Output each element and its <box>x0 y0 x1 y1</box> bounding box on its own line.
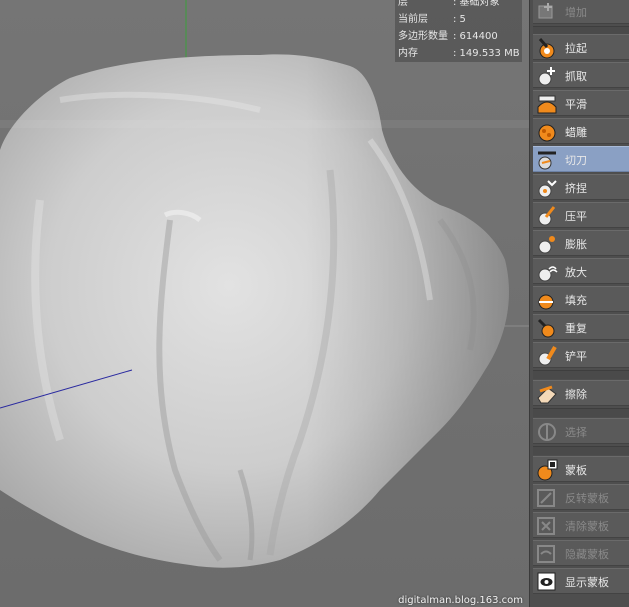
tool-flatten[interactable]: 压平 <box>533 202 629 228</box>
tool-label: 铲平 <box>565 350 587 363</box>
tool-select[interactable]: 选择 <box>533 418 629 444</box>
tool-grab[interactable]: 抓取 <box>533 62 629 88</box>
hud-row-layer: 层 : 基础对象 <box>395 0 522 11</box>
hud-value: : 基础对象 <box>453 0 500 8</box>
tool-label: 清除蒙板 <box>565 520 609 533</box>
show-mask-icon <box>537 572 556 591</box>
flatten-icon <box>538 206 556 226</box>
tool-label: 蜡雕 <box>565 126 587 139</box>
invert-mask-icon <box>537 489 555 507</box>
add-layer-icon <box>538 3 553 19</box>
pinch-icon <box>538 180 557 198</box>
add-layer-label: 增加 <box>565 6 587 19</box>
tool-amplify[interactable]: 放大 <box>533 258 629 284</box>
hide-mask-icon <box>537 545 555 563</box>
tool-label: 反转蒙板 <box>565 492 609 505</box>
tool-pull[interactable]: 拉起 <box>533 34 629 60</box>
knife-icon <box>538 151 556 170</box>
eraser-icon <box>537 385 557 404</box>
hud-key: 层 <box>398 0 408 8</box>
tool-label: 重复 <box>565 322 587 335</box>
tool-inflate[interactable]: 膨胀 <box>533 230 629 256</box>
tool-scrape[interactable]: 铲平 <box>533 342 629 368</box>
tool-smooth[interactable]: 平滑 <box>533 90 629 116</box>
mask-icon <box>537 459 558 481</box>
tool-label: 膨胀 <box>565 238 587 251</box>
hud-value: : 5 <box>453 14 466 25</box>
sculpt-tool-panel: 增加 拉起 抓取 平滑 蜡雕 切刀 挤捏 压平 膨胀 放大 填充 重复 铲平 擦… <box>529 0 629 607</box>
tool-label: 显示蒙板 <box>565 576 609 589</box>
tool-label: 放大 <box>565 266 587 279</box>
tool-label: 挤捏 <box>565 182 587 195</box>
tool-pinch[interactable]: 挤捏 <box>533 174 629 200</box>
app-root: { "hud": { "rows": [ {"key": "层", "value… <box>0 0 629 607</box>
tool-erase[interactable]: 擦除 <box>533 380 629 406</box>
tool-clear-mask[interactable]: 清除蒙板 <box>533 512 629 538</box>
viewport-3d[interactable]: 层 : 基础对象 当前层 : 5 多边形数量 : 614400 内存 : 149… <box>0 0 529 607</box>
wax-icon <box>538 124 556 142</box>
hud-key: 当前层 <box>398 14 428 25</box>
hud-value: : 614400 <box>453 31 498 42</box>
hud-row-polygon-count: 多边形数量 : 614400 <box>395 28 522 45</box>
tool-fill[interactable]: 填充 <box>533 286 629 312</box>
amplify-icon <box>538 266 558 282</box>
tool-mask[interactable]: 蒙板 <box>533 456 629 482</box>
tool-repeat[interactable]: 重复 <box>533 314 629 340</box>
hud-value: : 149.533 MB <box>453 48 520 59</box>
pull-icon <box>538 38 555 59</box>
stats-overlay: 层 : 基础对象 当前层 : 5 多边形数量 : 614400 内存 : 149… <box>395 0 522 62</box>
tool-label: 蒙板 <box>565 464 587 477</box>
tool-label: 擦除 <box>565 388 587 401</box>
tool-knife[interactable]: 切刀 <box>533 146 629 172</box>
tool-label: 切刀 <box>565 154 587 167</box>
tool-hide-mask[interactable]: 隐藏蒙板 <box>533 540 629 566</box>
tool-label: 压平 <box>565 210 587 223</box>
tool-label: 选择 <box>565 426 587 439</box>
hud-row-current-layer: 当前层 : 5 <box>395 11 522 28</box>
scrape-icon <box>538 345 557 366</box>
hud-row-memory: 内存 : 149.533 MB <box>395 45 522 62</box>
inflate-icon <box>538 236 555 254</box>
hud-key: 多边形数量 <box>398 31 448 42</box>
tool-label: 抓取 <box>565 70 587 83</box>
hud-key: 内存 <box>398 48 418 59</box>
watermark: digitalman.blog.163.com <box>398 595 523 606</box>
tool-label: 填充 <box>565 294 587 307</box>
sculpt-mesh[interactable] <box>0 0 529 607</box>
tool-wax[interactable]: 蜡雕 <box>533 118 629 144</box>
tool-invert-mask[interactable]: 反转蒙板 <box>533 484 629 510</box>
smooth-icon <box>537 95 557 114</box>
repeat-icon <box>537 318 555 338</box>
tool-label: 拉起 <box>565 42 587 55</box>
select-icon <box>538 423 556 441</box>
tool-show-mask[interactable]: 显示蒙板 <box>533 568 629 594</box>
fill-icon <box>538 294 554 310</box>
tool-label: 平滑 <box>565 98 587 111</box>
tool-label: 隐藏蒙板 <box>565 548 609 561</box>
add-layer-button[interactable]: 增加 <box>533 0 629 24</box>
clear-mask-icon <box>537 517 555 535</box>
grab-icon <box>538 67 555 86</box>
